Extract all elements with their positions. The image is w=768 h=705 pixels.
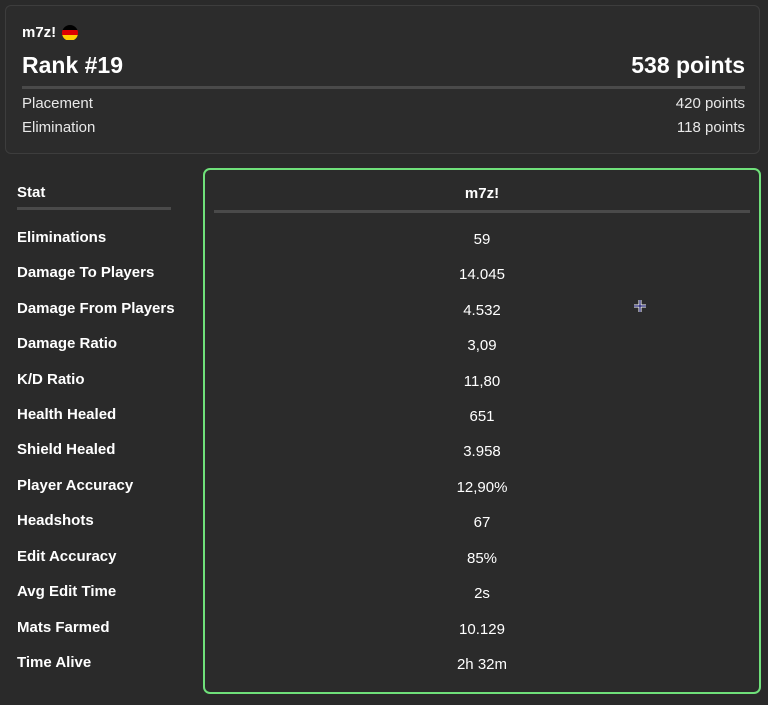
stat-label-damage-ratio: Damage Ratio	[17, 335, 118, 352]
stat-value-damage-to-players: 14.045	[459, 266, 505, 283]
breakdown-elimination: Elimination 118 points	[22, 119, 745, 136]
stat-value-kd-ratio: 11,80	[463, 373, 501, 390]
player-rank: Rank #19	[22, 52, 124, 78]
stat-label-edit-accuracy: Edit Accuracy	[17, 548, 117, 565]
stat-value-shield-healed: 3.958	[463, 443, 501, 460]
stat-value-eliminations: 59	[473, 231, 491, 248]
crosshair-cursor-icon	[634, 300, 646, 312]
stat-header-divider	[17, 207, 171, 210]
player-name: m7z!	[22, 24, 57, 41]
germany-flag-icon	[62, 24, 79, 41]
breakdown-label: Placement	[22, 95, 93, 112]
player-summary-card: m7z! Rank #19 538 points Placement 420 p…	[5, 5, 760, 154]
stat-label-shield-healed: Shield Healed	[17, 441, 116, 458]
stat-label-avg-edit-time: Avg Edit Time	[17, 583, 117, 600]
stat-label-headshots: Headshots	[17, 512, 94, 529]
breakdown-label: Elimination	[22, 119, 96, 136]
stat-label-eliminations: Eliminations	[17, 229, 107, 246]
stat-label-damage-from-players: Damage From Players	[17, 300, 175, 317]
stat-label-damage-to-players: Damage To Players	[17, 264, 155, 281]
stat-value-health-healed: 651	[469, 408, 495, 425]
stat-label-player-accuracy: Player Accuracy	[17, 477, 134, 494]
player-name-row: m7z!	[22, 24, 79, 41]
stat-label-health-healed: Health Healed	[17, 406, 117, 423]
stat-label-time-alive: Time Alive	[17, 654, 92, 671]
stat-column-header: Stat	[17, 184, 46, 201]
player-header-divider	[214, 210, 750, 213]
stat-value-damage-ratio: 3,09	[467, 337, 497, 354]
stat-label-mats-farmed: Mats Farmed	[17, 619, 110, 636]
stat-value-headshots: 67	[473, 514, 491, 531]
player-column-header: m7z!	[464, 185, 500, 202]
stat-labels-column: Stat Eliminations Damage To Players Dama…	[17, 182, 175, 671]
summary-divider	[22, 86, 745, 89]
stat-value-player-accuracy: 12,90%	[456, 479, 508, 496]
stat-value-damage-from-players: 4.532	[463, 302, 501, 319]
breakdown-value: 420 points	[675, 95, 745, 112]
stat-value-avg-edit-time: 2s	[474, 585, 490, 602]
stat-label-kd-ratio: K/D Ratio	[17, 371, 85, 388]
stat-value-time-alive: 2h 32m	[456, 656, 508, 673]
player-stats-panel: m7z! 59 14.045 4.532 3,09 11,80 651 3.95…	[203, 168, 761, 694]
breakdown-placement: Placement 420 points	[22, 95, 745, 112]
breakdown-value: 118 points	[676, 119, 745, 136]
total-points: 538 points	[631, 52, 745, 78]
stat-value-edit-accuracy: 85%	[466, 550, 498, 567]
stat-value-mats-farmed: 10.129	[459, 621, 505, 638]
